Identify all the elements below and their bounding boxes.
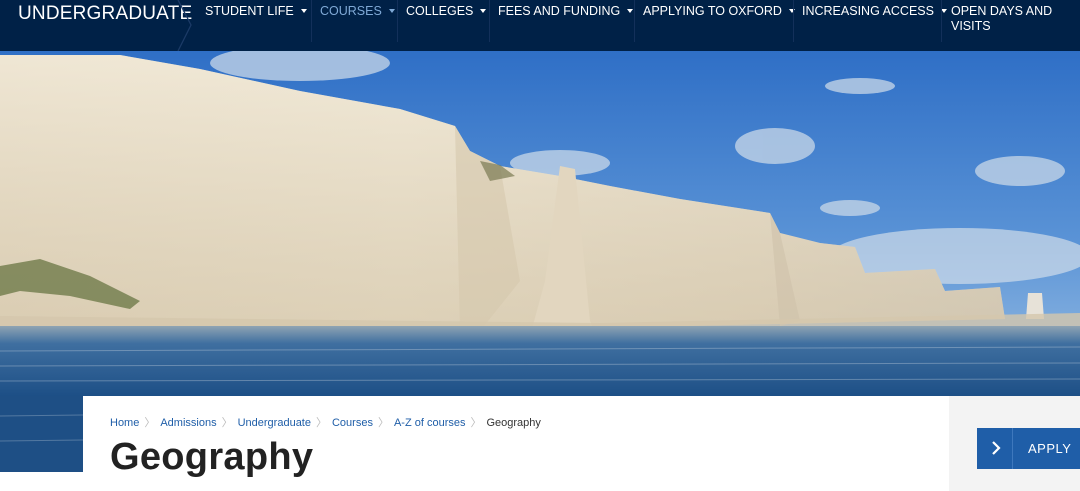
nav-applying-to-oxford[interactable]: APPLYING TO OXFORD xyxy=(643,0,795,42)
nav-label: STUDENT LIFE xyxy=(205,4,294,18)
chevron-separator-icon: 〉 xyxy=(470,417,482,429)
caret-down-icon xyxy=(480,9,487,13)
caret-down-icon xyxy=(627,9,634,13)
nav-divider xyxy=(311,0,312,42)
breadcrumb-admissions[interactable]: Admissions xyxy=(160,417,216,429)
nav-open-days-and-visits[interactable]: OPEN DAYS AND VISITS xyxy=(951,0,1066,42)
section-title[interactable]: UNDERGRADUATE xyxy=(18,3,192,25)
nav-student-life[interactable]: STUDENT LIFE xyxy=(205,0,307,42)
page-title: Geography xyxy=(110,436,314,478)
nav-divider xyxy=(941,0,942,42)
apply-divider xyxy=(1012,428,1013,469)
brand-chevron-icon xyxy=(177,0,192,51)
hero-image-edge xyxy=(0,396,83,472)
nav-label: COURSES xyxy=(320,4,382,18)
apply-label: APPLY xyxy=(1028,441,1072,456)
sea-image-strip xyxy=(0,396,83,472)
breadcrumb-home[interactable]: Home xyxy=(110,417,139,429)
chevron-separator-icon: 〉 xyxy=(315,417,327,429)
breadcrumb: Home 〉 Admissions 〉 Undergraduate 〉 Courses 〉 A-… xyxy=(110,414,541,430)
nav-divider xyxy=(489,0,490,42)
top-navigation: UNDERGRADUATE STUDENT LIFE COURSES COLLE… xyxy=(0,0,1080,51)
nav-label: FEES AND FUNDING xyxy=(498,4,621,18)
nav-divider xyxy=(634,0,635,42)
breadcrumb-current: Geography xyxy=(486,417,541,429)
nav-label: APPLYING TO OXFORD xyxy=(643,4,782,18)
nav-label: INCREASING ACCESS xyxy=(802,4,934,18)
chevron-right-icon xyxy=(992,441,1001,455)
breadcrumb-a-z-courses[interactable]: A-Z of courses xyxy=(394,417,466,429)
cliffs-landscape-image xyxy=(0,51,1080,396)
nav-colleges[interactable]: COLLEGES xyxy=(406,0,487,42)
nav-divider xyxy=(397,0,398,42)
nav-courses[interactable]: COURSES xyxy=(320,0,395,42)
nav-label: OPEN DAYS AND VISITS xyxy=(951,4,1053,33)
nav-label: COLLEGES xyxy=(406,4,474,18)
nav-divider xyxy=(793,0,794,42)
chevron-separator-icon: 〉 xyxy=(377,417,389,429)
hero-image xyxy=(0,51,1080,396)
section-brand[interactable]: UNDERGRADUATE xyxy=(0,0,192,51)
chevron-separator-icon: 〉 xyxy=(144,417,156,429)
caret-down-icon xyxy=(388,9,395,13)
breadcrumb-undergraduate[interactable]: Undergraduate xyxy=(238,417,311,429)
caret-down-icon xyxy=(300,9,307,13)
nav-increasing-access[interactable]: INCREASING ACCESS xyxy=(802,0,947,42)
chevron-separator-icon: 〉 xyxy=(221,417,233,429)
apply-button[interactable]: APPLY xyxy=(977,428,1080,469)
breadcrumb-courses[interactable]: Courses xyxy=(332,417,373,429)
nav-fees-and-funding[interactable]: FEES AND FUNDING xyxy=(498,0,634,42)
caret-down-icon xyxy=(788,9,795,13)
